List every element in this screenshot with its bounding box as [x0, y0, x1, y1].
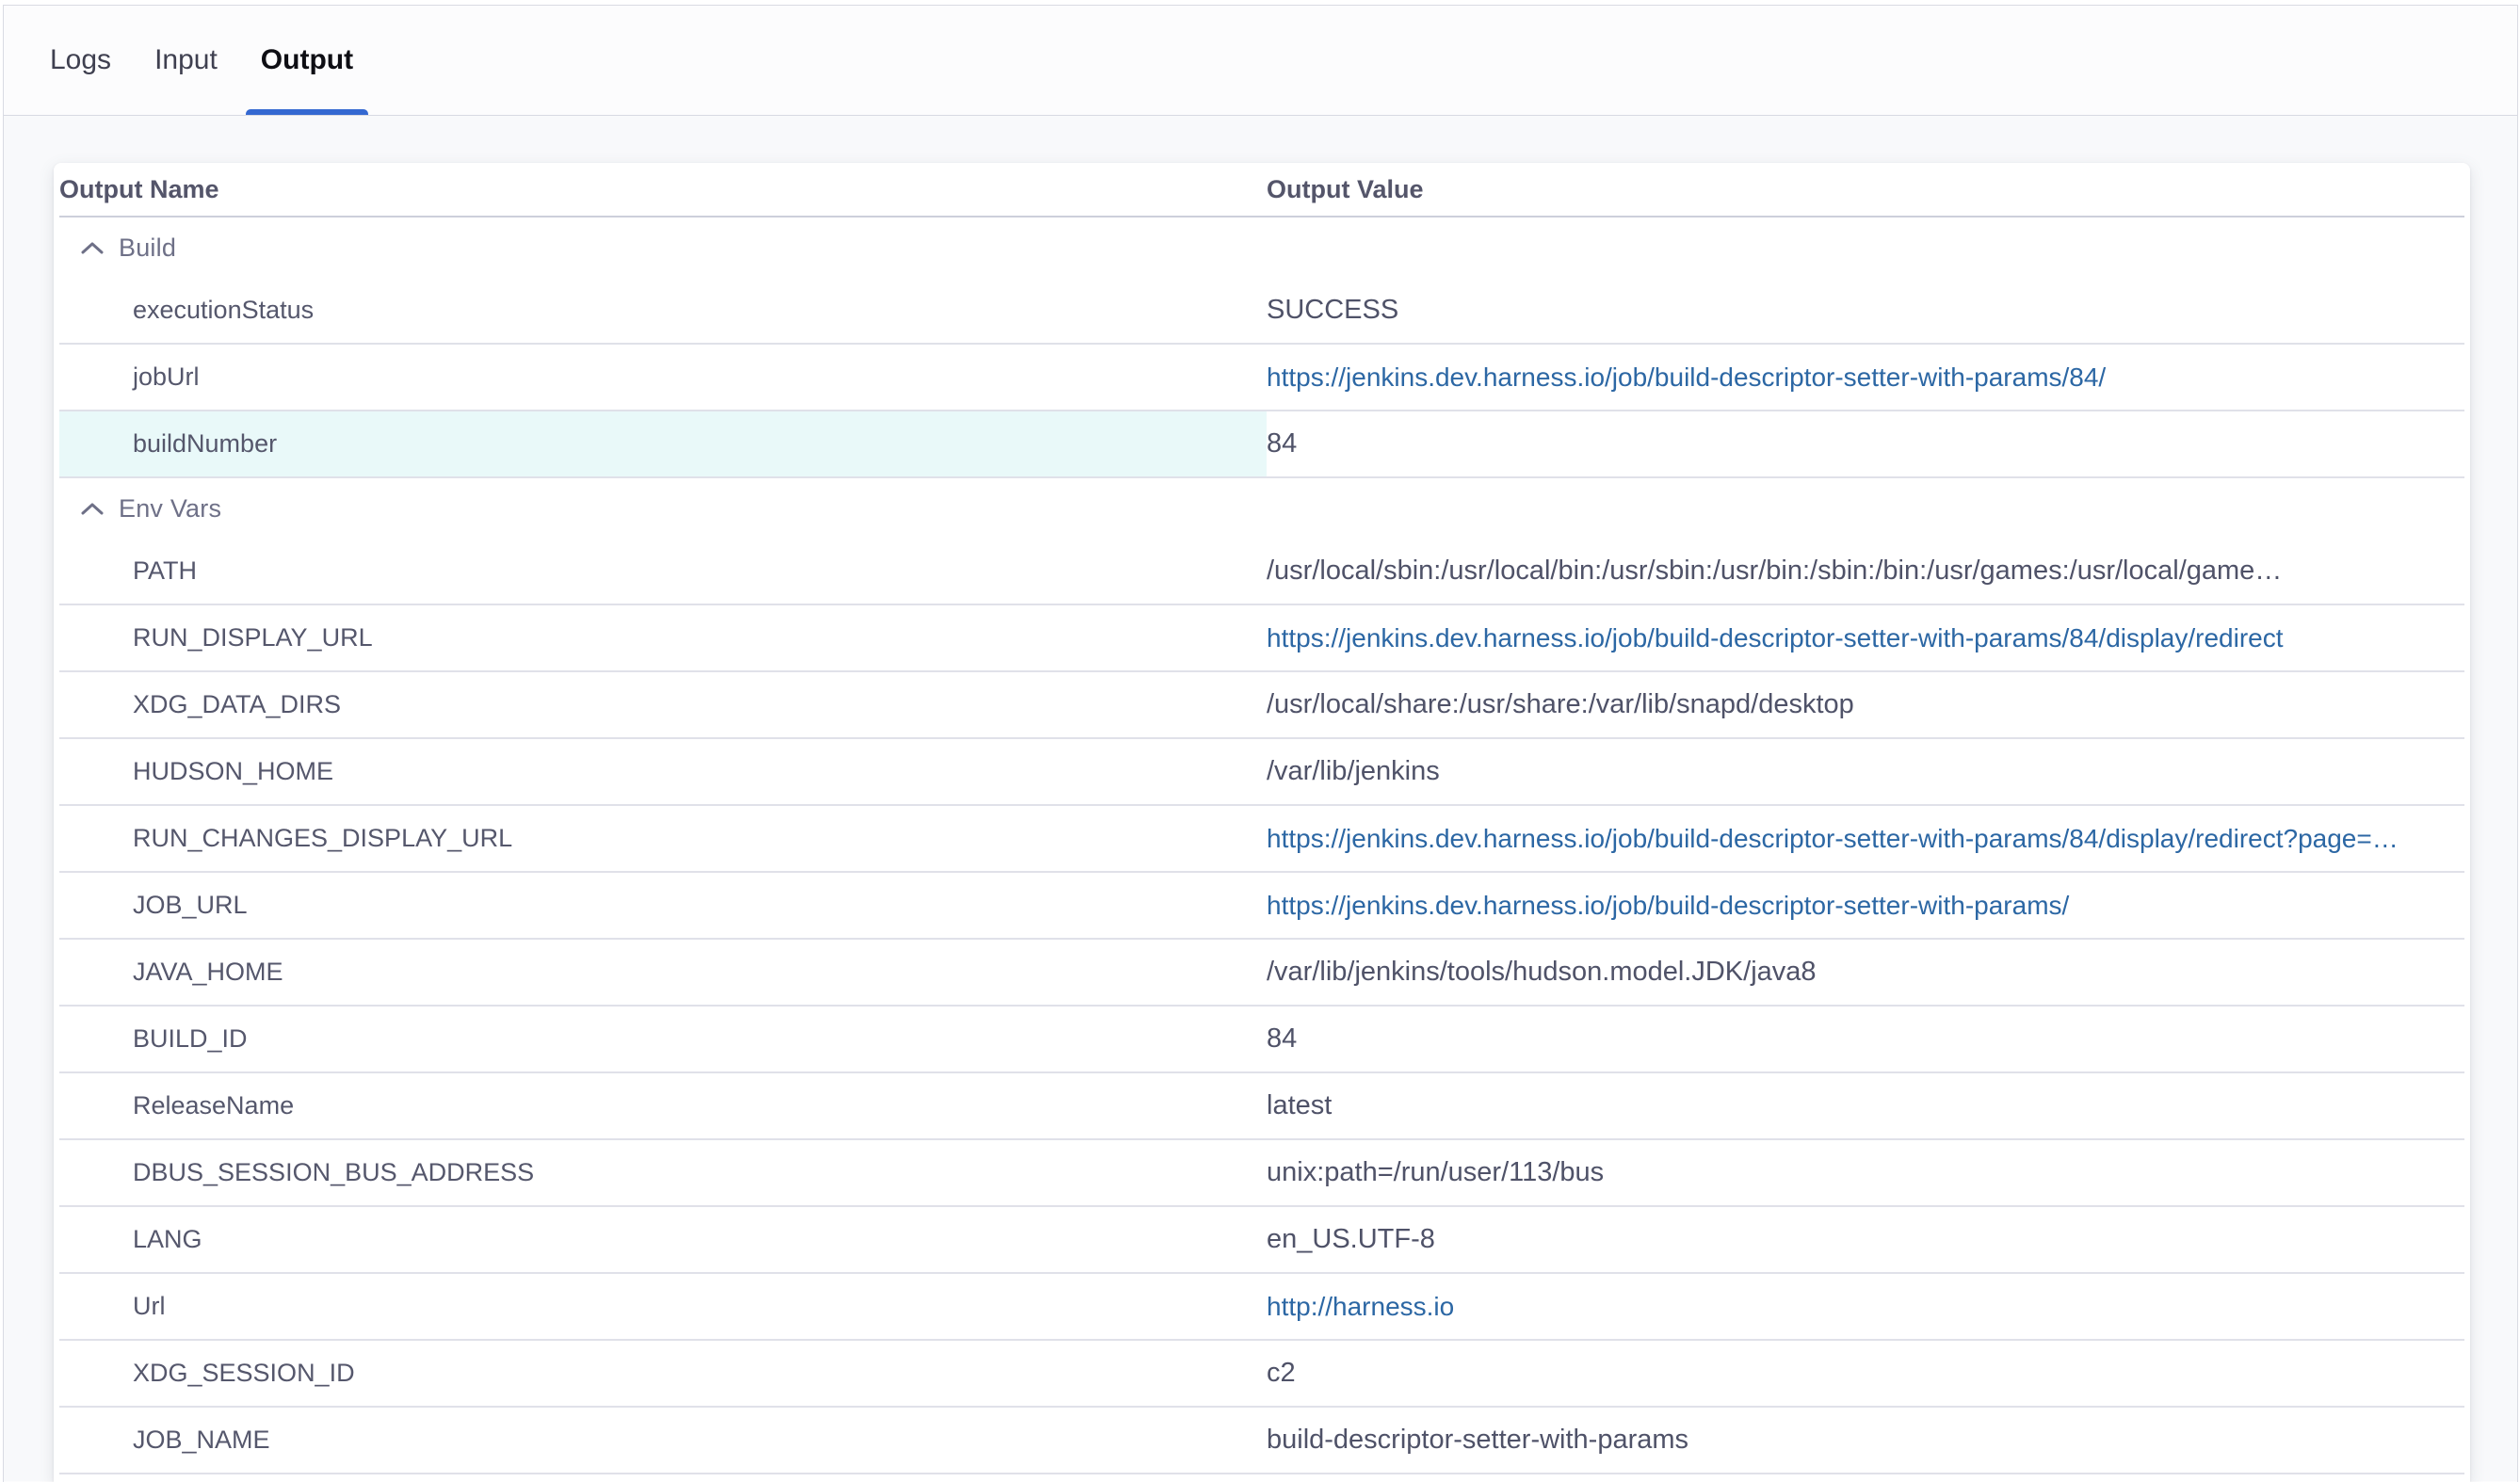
table-row-run-changes-display-url: RUN_CHANGES_DISPLAY_URLhttps://jenkins.d…	[59, 806, 2464, 873]
table-row-xdg-data-dirs: XDG_DATA_DIRS/usr/local/share:/usr/share…	[59, 672, 2464, 739]
group-label: Build	[119, 234, 176, 263]
row-name: XDG_SESSION_ID	[59, 1341, 1267, 1406]
table-header-row: Output Name Output Value	[59, 163, 2464, 217]
row-value-cell: https://jenkins.dev.harness.io/job/build…	[1267, 873, 2464, 938]
row-name: PATH	[59, 539, 1267, 604]
row-value-text: /usr/local/share:/usr/share:/var/lib/sna…	[1267, 689, 1854, 720]
row-name: JOB_URL	[59, 873, 1267, 938]
row-value-link[interactable]: https://jenkins.dev.harness.io/job/build…	[1267, 824, 2399, 854]
group-row-build[interactable]: Build	[59, 217, 2464, 278]
row-name: JAVA_HOME	[59, 940, 1267, 1005]
row-name: RUN_DISPLAY_URL	[59, 605, 1267, 670]
row-name: HUDSON_HOME	[59, 739, 1267, 804]
row-value-cell: c2	[1267, 1341, 2464, 1406]
row-value-link[interactable]: https://jenkins.dev.harness.io/job/build…	[1267, 623, 2284, 653]
row-value-cell: en_US.UTF-8	[1267, 1207, 2464, 1272]
row-value-cell: unix:path=/run/user/113/bus	[1267, 1140, 2464, 1205]
row-value-text: /var/lib/jenkins/tools/hudson.model.JDK/…	[1267, 957, 1817, 988]
table-row-java-home: JAVA_HOME/var/lib/jenkins/tools/hudson.m…	[59, 940, 2464, 1007]
row-value-cell: 84	[1267, 411, 2464, 476]
row-name: ReleaseName	[59, 1073, 1267, 1138]
row-value-text: en_US.UTF-8	[1267, 1224, 1435, 1255]
row-value-text: unix:path=/run/user/113/bus	[1267, 1157, 1604, 1188]
table-row-path: PATH/usr/local/sbin:/usr/local/bin:/usr/…	[59, 539, 2464, 605]
table-row-xdg-session-id: XDG_SESSION_IDc2	[59, 1341, 2464, 1408]
chevron-up-icon[interactable]	[80, 240, 105, 255]
row-value-link[interactable]: https://jenkins.dev.harness.io/job/build…	[1267, 362, 2106, 393]
table-row-lang: LANGen_US.UTF-8	[59, 1207, 2464, 1274]
row-value-cell: latest	[1267, 1073, 2464, 1138]
row-name: XDG_DATA_DIRS	[59, 672, 1267, 737]
row-value-cell: /usr/local/sbin:/usr/local/bin:/usr/sbin…	[1267, 539, 2464, 604]
table-row-url: Urlhttp://harness.io	[59, 1274, 2464, 1341]
row-name: LANG	[59, 1207, 1267, 1272]
table-row-buildnumber: buildNumber84	[59, 411, 2464, 478]
column-header-output-value: Output Value	[1267, 175, 2464, 204]
table-row-dbus-session-bus-address: DBUS_SESSION_BUS_ADDRESSunix:path=/run/u…	[59, 1140, 2464, 1207]
tab-output[interactable]: Output	[246, 6, 368, 115]
column-header-output-name: Output Name	[59, 175, 1267, 204]
row-value-text: 84	[1267, 1023, 1297, 1055]
table-row-executionstatus: executionStatusSUCCESS	[59, 278, 2464, 345]
table-body: BuildexecutionStatusSUCCESSjobUrlhttps:/…	[59, 217, 2464, 1474]
app-window: Logs Input Output Output Name Output Val…	[3, 5, 2518, 1482]
row-value-text: latest	[1267, 1090, 1332, 1121]
group-label: Env Vars	[119, 494, 221, 524]
table-row-hudson-home: HUDSON_HOME/var/lib/jenkins	[59, 739, 2464, 806]
row-name: jobUrl	[59, 345, 1267, 410]
row-name: RUN_CHANGES_DISPLAY_URL	[59, 806, 1267, 871]
row-name: JOB_NAME	[59, 1408, 1267, 1473]
row-value-cell: http://harness.io	[1267, 1274, 2464, 1339]
tab-logs[interactable]: Logs	[35, 6, 126, 115]
tab-bar: Logs Input Output	[4, 6, 2517, 116]
row-value-cell: https://jenkins.dev.harness.io/job/build…	[1267, 605, 2464, 670]
table-row-run-display-url: RUN_DISPLAY_URLhttps://jenkins.dev.harne…	[59, 605, 2464, 672]
row-value-cell: /usr/local/share:/usr/share:/var/lib/sna…	[1267, 672, 2464, 737]
output-panel: Output Name Output Value Build executionS…	[4, 116, 2517, 1481]
row-value-text: build-descriptor-setter-with-params	[1267, 1425, 1688, 1456]
row-value-text: 84	[1267, 428, 1297, 459]
row-value-link[interactable]: http://harness.io	[1267, 1292, 1454, 1322]
row-name: DBUS_SESSION_BUS_ADDRESS	[59, 1140, 1267, 1205]
row-value-text: c2	[1267, 1358, 1296, 1389]
row-value-cell: build-descriptor-setter-with-params	[1267, 1408, 2464, 1473]
table-row-releasename: ReleaseNamelatest	[59, 1073, 2464, 1140]
row-name: executionStatus	[59, 278, 1267, 343]
row-value-text: SUCCESS	[1267, 295, 1398, 326]
row-value-cell: https://jenkins.dev.harness.io/job/build…	[1267, 806, 2464, 871]
row-name: Url	[59, 1274, 1267, 1339]
row-value-cell: /var/lib/jenkins/tools/hudson.model.JDK/…	[1267, 940, 2464, 1005]
row-value-text: /var/lib/jenkins	[1267, 756, 1440, 787]
group-row-env-vars[interactable]: Env Vars	[59, 478, 2464, 539]
row-value-cell: https://jenkins.dev.harness.io/job/build…	[1267, 345, 2464, 410]
table-row-joburl: jobUrlhttps://jenkins.dev.harness.io/job…	[59, 345, 2464, 411]
table-row-job-name: JOB_NAMEbuild-descriptor-setter-with-par…	[59, 1408, 2464, 1474]
tab-input[interactable]: Input	[139, 6, 233, 115]
row-name: BUILD_ID	[59, 1007, 1267, 1071]
output-table-card: Output Name Output Value Build executionS…	[54, 163, 2470, 1482]
row-value-cell: /var/lib/jenkins	[1267, 739, 2464, 804]
row-value-cell: 84	[1267, 1007, 2464, 1071]
row-value-cell: SUCCESS	[1267, 278, 2464, 343]
table-row-build-id: BUILD_ID84	[59, 1007, 2464, 1073]
row-name: buildNumber	[59, 411, 1267, 476]
table-row-job-url: JOB_URLhttps://jenkins.dev.harness.io/jo…	[59, 873, 2464, 940]
row-value-text: /usr/local/sbin:/usr/local/bin:/usr/sbin…	[1267, 556, 2282, 587]
row-value-link[interactable]: https://jenkins.dev.harness.io/job/build…	[1267, 891, 2069, 921]
chevron-up-icon[interactable]	[80, 501, 105, 516]
